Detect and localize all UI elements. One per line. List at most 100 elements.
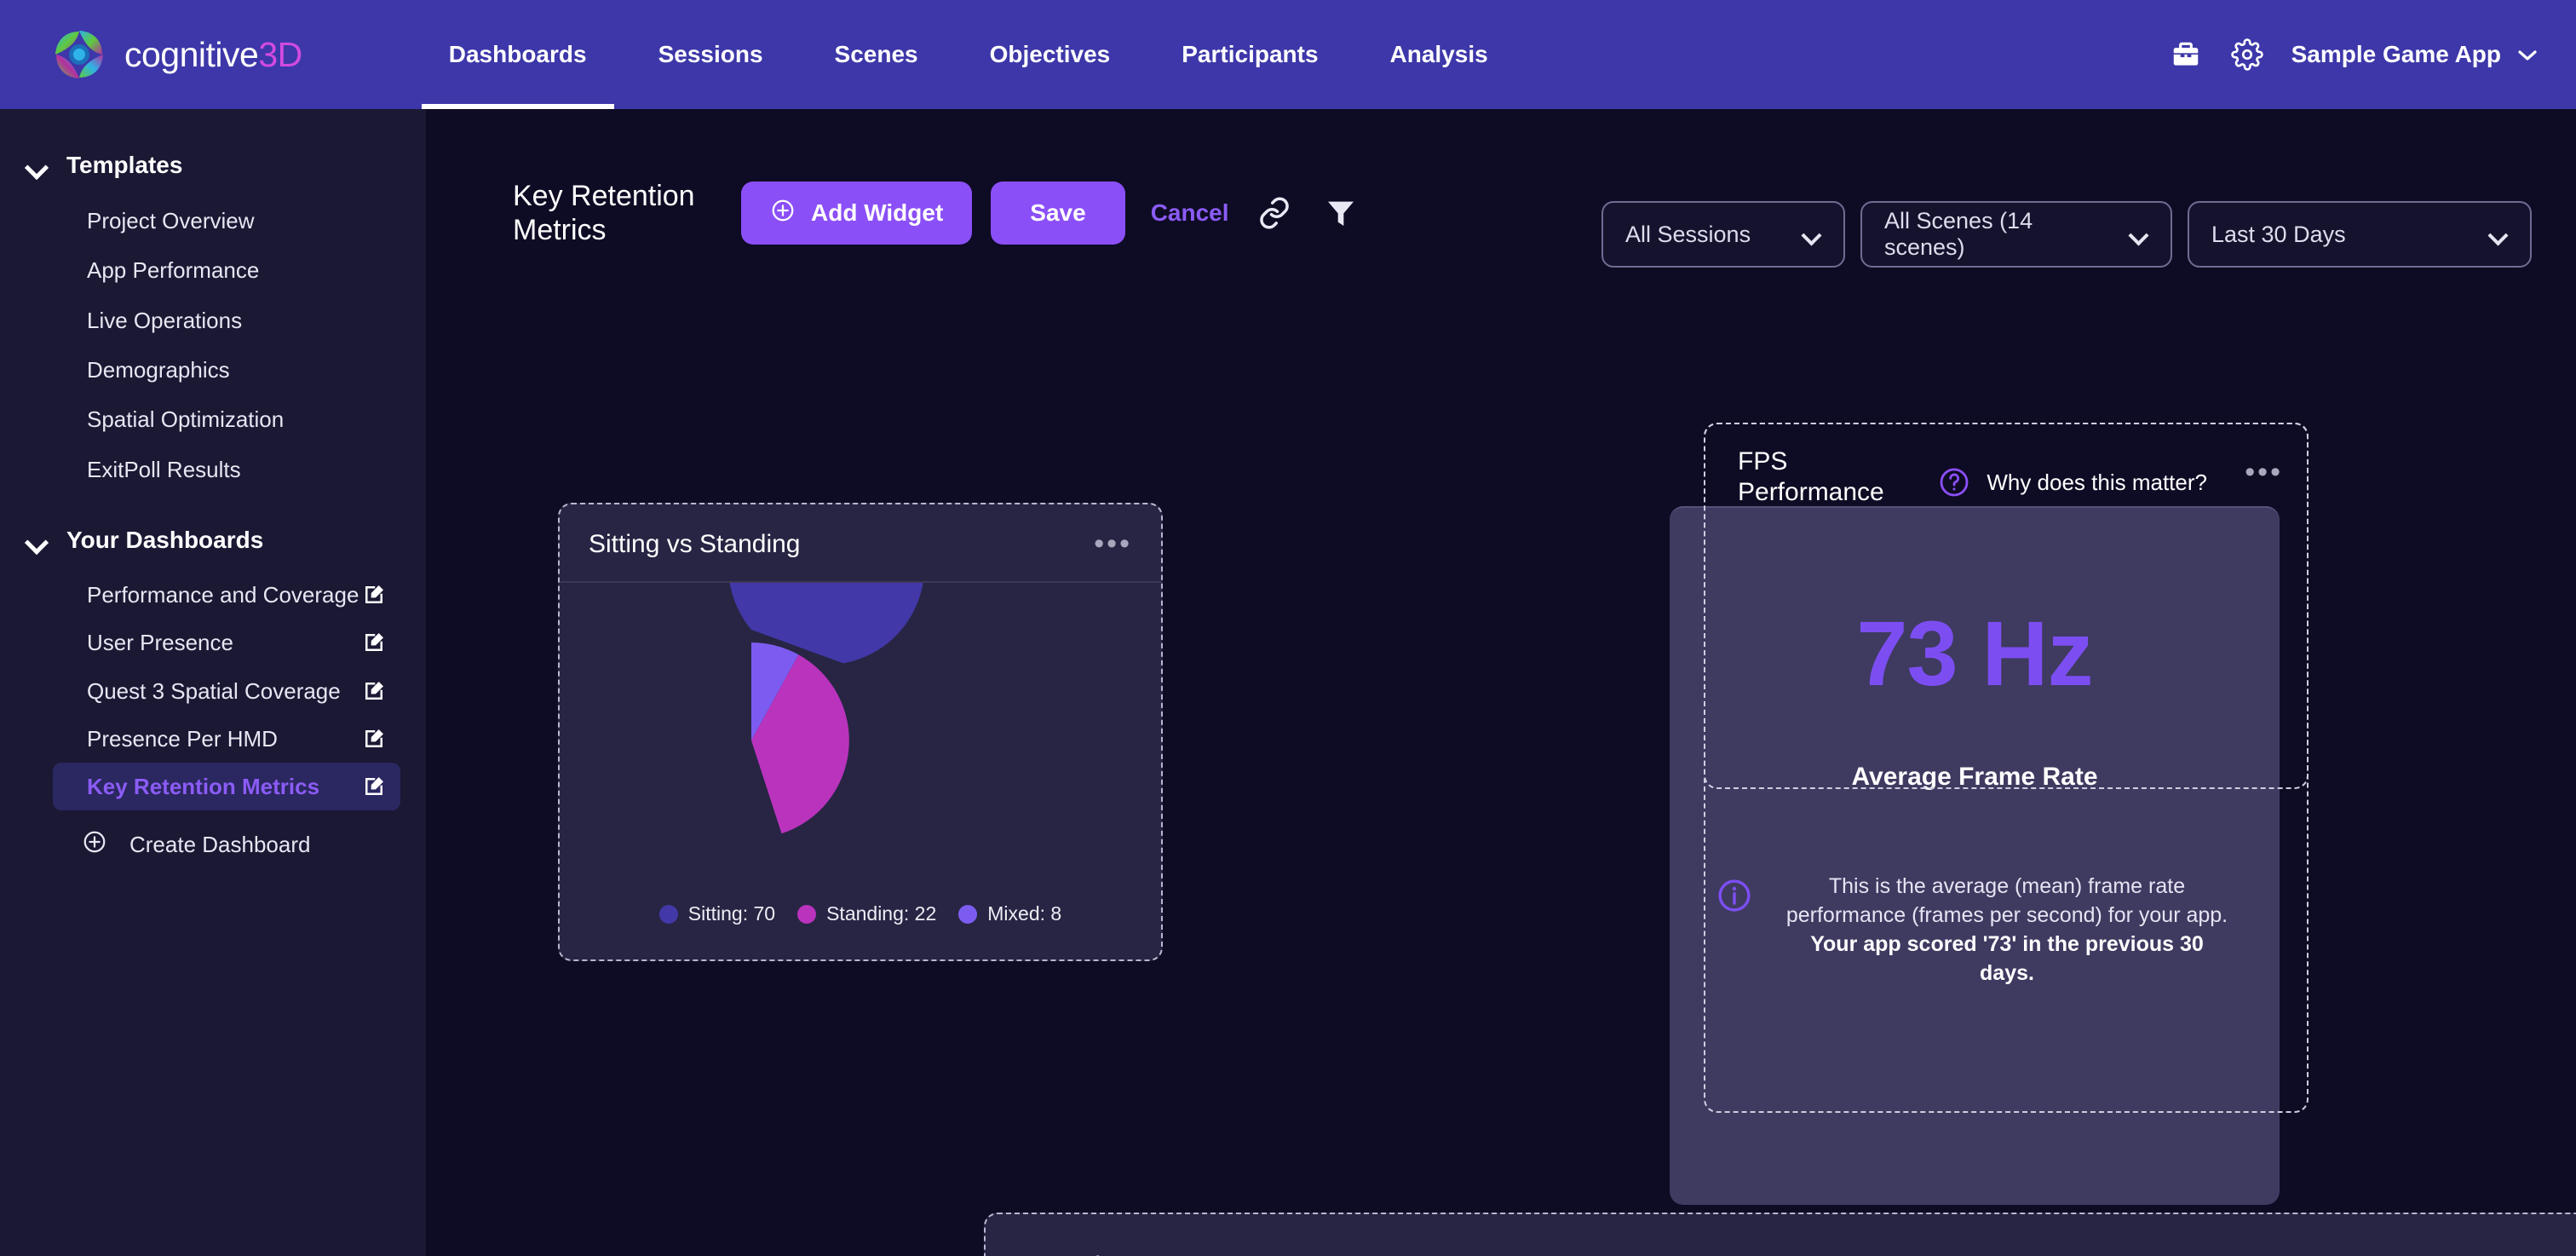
date-range-filter-select[interactable]: Last 30 Days bbox=[2188, 201, 2532, 268]
brand-name-primary: cognitive bbox=[124, 34, 259, 74]
sidebar-group-your-dashboards[interactable]: Your Dashboards bbox=[0, 515, 426, 566]
legend-swatch bbox=[658, 904, 678, 924]
sidebar-item-label: Project Overview bbox=[87, 208, 255, 233]
widget-title: FPS Performance bbox=[1738, 447, 1884, 506]
sidebar-group-templates[interactable]: Templates bbox=[0, 140, 426, 191]
edit-square-icon[interactable] bbox=[361, 678, 387, 704]
add-widget-label: Add Widget bbox=[811, 199, 944, 226]
page-title: Key Retention Metrics bbox=[513, 179, 695, 246]
legend-item-standing: Standing: 22 bbox=[797, 902, 936, 925]
chevron-down-icon bbox=[2516, 41, 2539, 68]
legend-item-mixed: Mixed: 8 bbox=[958, 902, 1061, 925]
legend-label: Standing: 22 bbox=[826, 902, 937, 925]
chevron-down-icon bbox=[26, 158, 48, 172]
main-content: Key Retention Metrics Add Widget Save Ca… bbox=[426, 109, 2576, 1256]
sidebar-item-quest-3-spatial-coverage[interactable]: Quest 3 Spatial Coverage bbox=[53, 667, 400, 715]
brand-name: cognitive3D bbox=[124, 35, 302, 75]
app-selector[interactable]: Sample Game App bbox=[2291, 41, 2539, 68]
widget-title: Sitting vs Standing bbox=[589, 530, 801, 558]
widget-header: FPS Performance Why does this matter? ••… bbox=[1705, 424, 2307, 508]
chevron-down-icon bbox=[2130, 228, 2148, 240]
funnel-icon[interactable] bbox=[1320, 192, 1362, 234]
sidebar-item-exitpoll-results[interactable]: ExitPoll Results bbox=[53, 445, 400, 494]
nav-item-objectives[interactable]: Objectives bbox=[954, 0, 1147, 109]
edit-square-icon[interactable] bbox=[361, 582, 387, 608]
sidebar-item-user-presence[interactable]: User Presence bbox=[53, 619, 400, 666]
gear-icon[interactable] bbox=[2217, 24, 2278, 85]
edit-square-icon[interactable] bbox=[361, 774, 387, 799]
legend-item-sitting: Sitting: 70 bbox=[658, 902, 776, 925]
kebab-menu-icon[interactable]: ••• bbox=[2245, 458, 2283, 486]
plus-circle-icon bbox=[770, 198, 796, 229]
primary-nav: Dashboards Sessions Scenes Objectives Pa… bbox=[413, 0, 1524, 109]
create-dashboard-button[interactable]: Create Dashboard bbox=[82, 829, 426, 861]
sidebar-item-label: Performance and Coverage bbox=[87, 581, 359, 608]
pie-legend: Sitting: 70 Standing: 22 Mixed: 8 bbox=[560, 902, 1161, 925]
widget-fps-performance[interactable]: FPS Performance Why does this matter? ••… bbox=[1704, 423, 2309, 789]
cognitive3d-swirl-logo-icon bbox=[53, 28, 106, 81]
widget-title: Retention bbox=[1020, 1252, 1129, 1256]
sidebar-item-app-performance[interactable]: App Performance bbox=[53, 245, 400, 295]
dashboard-filters: All Sessions All Scenes (14 scenes) Last… bbox=[1601, 201, 2532, 268]
sidebar-item-label: App Performance bbox=[87, 257, 260, 284]
edit-square-icon[interactable] bbox=[361, 726, 387, 752]
sidebar-item-demographics[interactable]: Demographics bbox=[53, 345, 400, 395]
nav-item-participants[interactable]: Participants bbox=[1146, 0, 1354, 109]
sidebar-item-label: Quest 3 Spatial Coverage bbox=[87, 677, 341, 704]
nav-item-sessions[interactable]: Sessions bbox=[623, 0, 799, 109]
scenes-filter-select[interactable]: All Scenes (14 scenes) bbox=[1860, 201, 2172, 268]
fps-info-lead: This is the average (mean) frame rate pe… bbox=[1785, 874, 2228, 927]
widget-header: Retention bbox=[986, 1214, 2576, 1256]
why-does-this-matter-button[interactable]: Why does this matter? bbox=[1937, 465, 2207, 499]
top-navigation-bar: cognitive3D Dashboards Sessions Scenes O… bbox=[0, 0, 2576, 109]
info-circle-icon bbox=[1716, 877, 1753, 914]
legend-swatch bbox=[797, 904, 817, 924]
brand-logo[interactable]: cognitive3D bbox=[53, 28, 302, 81]
sidebar-item-label: Key Retention Metrics bbox=[87, 774, 320, 800]
brand-name-accent: 3D bbox=[258, 34, 302, 74]
toolbox-icon[interactable] bbox=[2155, 24, 2217, 85]
sidebar-item-label: Spatial Optimization bbox=[87, 406, 285, 433]
sidebar-item-project-overview[interactable]: Project Overview bbox=[53, 196, 400, 245]
sidebar-group-title: Your Dashboards bbox=[66, 526, 264, 553]
sidebar-item-spatial-optimization[interactable]: Spatial Optimization bbox=[53, 395, 400, 444]
nav-item-scenes[interactable]: Scenes bbox=[799, 0, 954, 109]
plus-circle-icon bbox=[82, 829, 107, 861]
fps-info-bold: Your app scored '73' in the previous 30 … bbox=[1810, 932, 2204, 985]
sidebar-group-title: Templates bbox=[66, 152, 183, 178]
save-button[interactable]: Save bbox=[991, 181, 1125, 245]
cancel-button[interactable]: Cancel bbox=[1151, 199, 1229, 227]
create-dashboard-label: Create Dashboard bbox=[129, 832, 311, 858]
chevron-down-icon bbox=[1803, 228, 1821, 240]
sidebar-item-label: Presence Per HMD bbox=[87, 725, 278, 752]
widget-header: Sitting vs Standing ••• bbox=[560, 504, 1161, 581]
app-selector-label: Sample Game App bbox=[2291, 41, 2501, 67]
fps-info-row: This is the average (mean) frame rate pe… bbox=[1716, 872, 2230, 988]
nav-item-analysis[interactable]: Analysis bbox=[1354, 0, 1524, 109]
add-widget-button[interactable]: Add Widget bbox=[741, 181, 973, 245]
sidebar-dashboards-list: Performance and Coverage User Presence Q… bbox=[0, 571, 426, 811]
fps-info-text: This is the average (mean) frame rate pe… bbox=[1784, 872, 2230, 988]
pie-chart bbox=[728, 469, 925, 834]
why-does-this-matter-label: Why does this matter? bbox=[1987, 469, 2207, 495]
sidebar-templates-list: Project Overview App Performance Live Op… bbox=[0, 196, 426, 494]
sidebar-item-live-operations[interactable]: Live Operations bbox=[53, 296, 400, 345]
sidebar-item-performance-and-coverage[interactable]: Performance and Coverage bbox=[53, 571, 400, 619]
widget-retention[interactable]: Retention bbox=[984, 1213, 2576, 1256]
sessions-filter-value: All Sessions bbox=[1625, 221, 1751, 247]
sidebar-item-key-retention-metrics[interactable]: Key Retention Metrics bbox=[53, 763, 400, 811]
sessions-filter-select[interactable]: All Sessions bbox=[1601, 201, 1845, 268]
date-range-filter-value: Last 30 Days bbox=[2211, 221, 2346, 247]
link-icon[interactable] bbox=[1253, 192, 1296, 234]
chevron-down-icon bbox=[26, 533, 48, 547]
kebab-menu-icon[interactable]: ••• bbox=[1094, 530, 1132, 558]
sidebar-item-label: User Presence bbox=[87, 630, 233, 656]
dashboard-toolbar: Key Retention Metrics Add Widget Save Ca… bbox=[513, 162, 1362, 264]
scenes-filter-value: All Scenes (14 scenes) bbox=[1884, 208, 2033, 260]
widget-sitting-vs-standing[interactable]: Sitting vs Standing ••• Sitting: 70 Stan… bbox=[558, 469, 1163, 961]
legend-label: Sitting: 70 bbox=[687, 902, 776, 925]
sidebar-item-label: Live Operations bbox=[87, 307, 243, 333]
nav-item-dashboards[interactable]: Dashboards bbox=[413, 0, 623, 109]
edit-square-icon[interactable] bbox=[361, 630, 387, 655]
sidebar-item-presence-per-hmd[interactable]: Presence Per HMD bbox=[53, 715, 400, 763]
